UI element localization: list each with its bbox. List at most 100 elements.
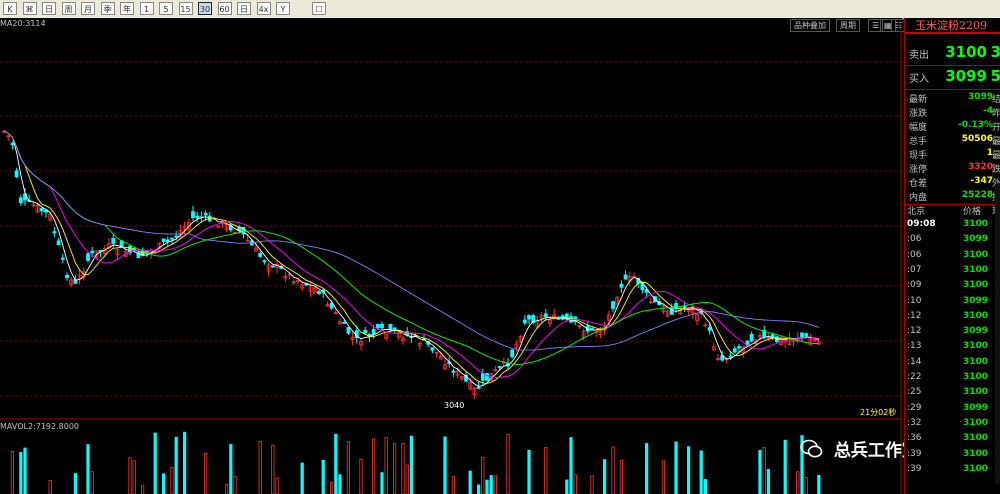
tick-price: 3100: [963, 219, 989, 229]
contract-title: 玉米淀粉2209: [905, 18, 1000, 34]
ma-label: MA20:3114: [0, 19, 46, 28]
candle: [283, 271, 288, 283]
toolbar-button-6[interactable]: 年: [120, 2, 134, 15]
candle: [52, 227, 57, 237]
tick-row: :22 3100: [905, 372, 1000, 387]
scrollbar[interactable]: [995, 184, 1000, 484]
candle: [514, 340, 519, 353]
tick-price: 3100: [963, 463, 989, 474]
volume-bar: [258, 441, 262, 494]
toolbar-button-11[interactable]: 60: [217, 2, 232, 15]
volume-bar: [90, 471, 94, 494]
tick-time: :32: [907, 417, 922, 428]
volume-bars: [10, 431, 821, 494]
volume-bar: [590, 475, 594, 494]
chart-header: MA20:3114 品种叠加 周期 ☰ ▦ ☷: [0, 18, 907, 32]
toolbar-button-7[interactable]: 1: [139, 2, 154, 15]
candle: [590, 327, 594, 330]
stat-row: 涨跌 -4 昨: [905, 106, 1000, 120]
tick-row: :07 3100: [905, 265, 1000, 280]
toolbar-button-12[interactable]: 日: [237, 2, 251, 15]
candle: [60, 254, 65, 264]
candle: [577, 324, 582, 330]
stat-label: 幅度: [909, 123, 928, 133]
volume-bar: [153, 432, 157, 494]
candle: [275, 260, 279, 274]
candle: [123, 246, 128, 258]
toolbar-button-2[interactable]: 日: [42, 2, 56, 15]
toolbar-button-13[interactable]: 4x: [256, 2, 271, 15]
volume-bar: [334, 433, 338, 494]
toolbar-button-8[interactable]: 5: [159, 2, 173, 15]
stat-row: 涨停 3320 跌: [905, 162, 1000, 176]
toolbar-button-10[interactable]: 30: [198, 2, 212, 15]
toolbar-button-0[interactable]: K: [3, 2, 17, 15]
sell-qty: 3: [990, 43, 1000, 61]
candle: [711, 342, 716, 351]
candle: [325, 301, 330, 307]
toolbar-button-5[interactable]: 季: [100, 2, 115, 15]
volume-bar: [86, 444, 90, 494]
candle: [443, 359, 447, 371]
candle: [619, 280, 624, 293]
volume-bar: [409, 435, 414, 494]
stat-row: 幅度 -0.13% 开: [905, 120, 1000, 134]
candle: [417, 341, 422, 351]
toolbar-button-14[interactable]: Y: [276, 2, 290, 15]
toolbar-button-3[interactable]: 周: [61, 2, 76, 15]
stat-row: 总手 50506 最: [905, 134, 1000, 148]
volume-bar: [359, 458, 363, 494]
volume-bar: [405, 464, 409, 494]
tick-time: :36: [907, 433, 922, 444]
volume-bar: [451, 476, 456, 494]
volume-bar: [527, 449, 531, 494]
stat-label: 总手: [909, 137, 928, 147]
volume-bar: [468, 470, 472, 494]
tick-row: :06 3100: [905, 250, 1000, 265]
volume-bar: [338, 474, 342, 494]
volume-bar: [23, 447, 27, 494]
toolbar-button-1[interactable]: ⌘: [22, 2, 37, 15]
stat-row: 仓差-347外: [905, 176, 1000, 190]
candle: [191, 205, 195, 221]
candle: [430, 347, 435, 354]
candle: [472, 386, 477, 399]
stat-row: 现手 1 最: [905, 148, 1000, 162]
candle: [522, 315, 527, 325]
stat-value: 3099: [967, 92, 993, 102]
candle: [774, 336, 779, 343]
tick-row: :39 3100: [905, 449, 1000, 464]
kline-chart[interactable]: 3040 21分02秒 MAVOL2:7192.8000: [0, 31, 902, 494]
tick-time: :22: [907, 372, 922, 382]
candle: [258, 251, 263, 258]
buy-price: 3099: [945, 67, 987, 85]
tick-time: :07: [907, 264, 922, 275]
tick-price: 3100: [963, 310, 989, 321]
volume-bar: [371, 438, 376, 494]
toolbar: K ⌘ 日周月季年 1 5 15 30 60 日 4x Y ☐: [0, 0, 1000, 19]
candle: [207, 212, 212, 222]
volume-bar: [481, 456, 485, 494]
tick-price: 3100: [963, 372, 989, 382]
toolbar-button-15[interactable]: ☐: [312, 2, 326, 15]
stat-edge: 结: [991, 95, 1000, 105]
toolbar-button-9[interactable]: 15: [178, 2, 193, 15]
tick-price: 3100: [963, 249, 989, 260]
volume-bar: [611, 446, 615, 494]
tick-time: :09: [907, 280, 922, 291]
tick-time: :29: [907, 402, 922, 413]
volume-bar: [271, 444, 275, 494]
candle: [632, 272, 636, 278]
volume-bar: [321, 460, 325, 494]
sell-label: 卖出: [909, 50, 929, 61]
chart-grid: [0, 31, 902, 494]
candle: [749, 331, 754, 343]
ma-lines: [3, 130, 819, 387]
candle: [451, 368, 456, 378]
toolbar-button-4[interactable]: 月: [81, 2, 95, 15]
volume-bar: [401, 443, 405, 494]
candle: [18, 194, 23, 206]
volume-bar: [233, 476, 237, 494]
stat-label: 内盘: [909, 193, 928, 203]
tick-time: :39: [907, 448, 922, 459]
